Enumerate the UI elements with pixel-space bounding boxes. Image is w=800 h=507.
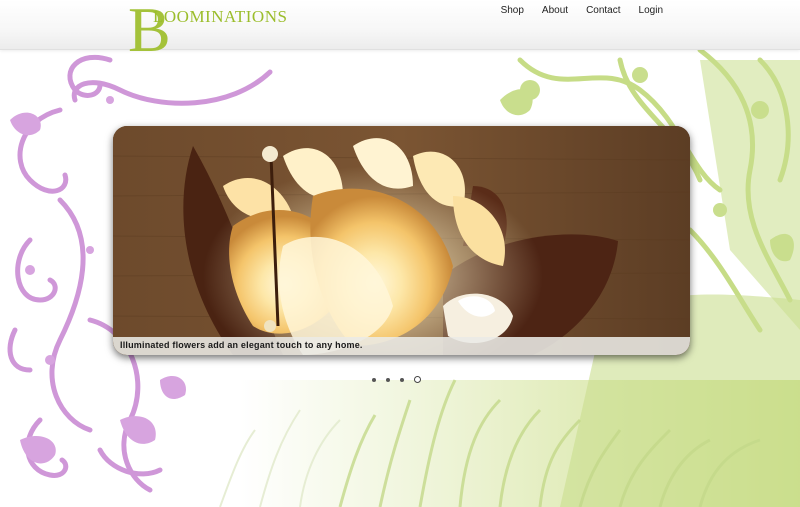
site-header xyxy=(0,0,800,50)
slide-caption-bar: Illuminated flowers add an elegant touch… xyxy=(113,337,690,355)
slide-caption: Illuminated flowers add an elegant touch… xyxy=(120,340,363,350)
logo-name: LOOMINATIONS xyxy=(153,7,288,26)
slide-dot-1[interactable] xyxy=(372,377,376,382)
slide-dot-3[interactable] xyxy=(400,377,404,382)
main-nav: Shop About Contact Login xyxy=(492,5,672,17)
nav-about[interactable]: About xyxy=(533,5,577,17)
illuminated-flower-image xyxy=(113,126,690,355)
slide-dot-4-active[interactable] xyxy=(414,376,421,383)
nav-login[interactable]: Login xyxy=(630,5,672,17)
slider-pagination xyxy=(372,376,421,383)
image-slider[interactable]: Illuminated flowers add an elegant touch… xyxy=(113,126,690,355)
slide-dot-2[interactable] xyxy=(386,377,390,382)
nav-contact[interactable]: Contact xyxy=(577,5,629,17)
brand-logo[interactable]: B LOOMINATIONS xyxy=(128,0,298,70)
nav-shop[interactable]: Shop xyxy=(492,5,533,17)
